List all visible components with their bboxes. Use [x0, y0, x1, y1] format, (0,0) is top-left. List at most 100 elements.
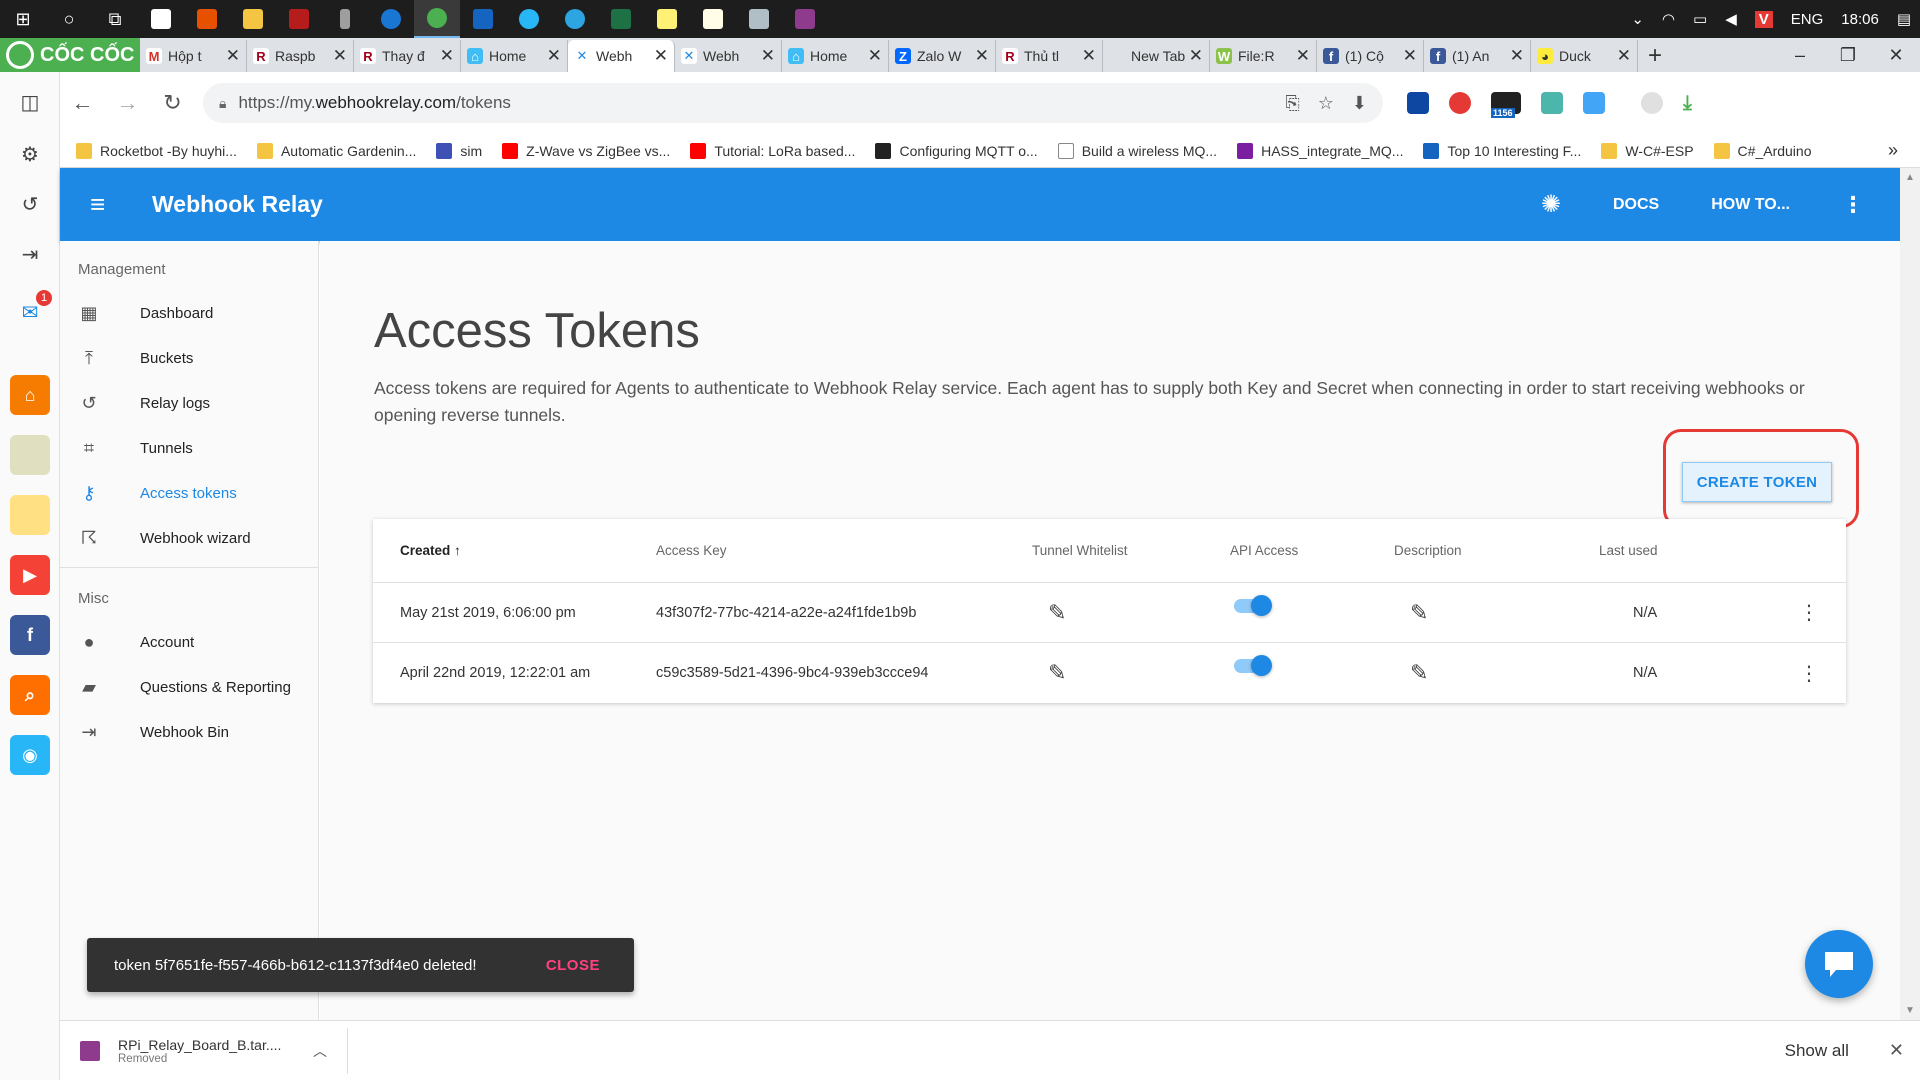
menu-hamburger-icon[interactable]: ≡ [90, 189, 112, 220]
tab-close-icon[interactable]: ✕ [761, 46, 775, 66]
nav-item-tunnels[interactable]: ⌗ Tunnels [60, 426, 318, 471]
dev-app-icon[interactable] [460, 0, 506, 38]
browser-tab[interactable]: f (1) Cộ ✕ [1317, 40, 1424, 72]
api-access-toggle[interactable] [1234, 655, 1272, 677]
edit-whitelist-pencil-icon[interactable]: ✎ [1032, 600, 1066, 626]
bookmark-item[interactable]: Rocketbot -By huyhi... [76, 142, 237, 159]
vietkey-icon[interactable]: V [1754, 10, 1773, 28]
restore-icon[interactable]: ❐ [1824, 45, 1872, 66]
clock[interactable]: 18:06 [1841, 11, 1879, 28]
tab-close-icon[interactable]: ✕ [654, 46, 668, 66]
file-explorer-icon[interactable] [230, 0, 276, 38]
sidebar-toggle-icon[interactable]: ◫ [10, 82, 50, 122]
browser-tab[interactable]: ✕ Webh ✕ [568, 40, 675, 72]
scroll-up-icon[interactable]: ▲ [1905, 172, 1915, 183]
nav-item-access-tokens[interactable]: ⚷ Access tokens [60, 471, 318, 516]
tab-close-icon[interactable]: ✕ [1189, 46, 1203, 66]
close-download-bar-icon[interactable]: ✕ [1889, 1040, 1904, 1061]
browser-tab[interactable]: R Thủ tl ✕ [996, 40, 1103, 72]
volume-icon[interactable]: ◀ [1725, 10, 1737, 28]
extension-shield-icon[interactable] [1541, 92, 1563, 114]
mail-app-icon[interactable] [138, 0, 184, 38]
battery-icon[interactable]: ▭ [1693, 10, 1707, 28]
matlab-app-icon[interactable] [184, 0, 230, 38]
browser-tab[interactable]: New Tab ✕ [1103, 40, 1210, 72]
bug-app-icon[interactable] [276, 0, 322, 38]
theme-toggle-icon[interactable]: ✺ [1541, 190, 1561, 219]
messenger-icon[interactable]: ✉ 1 [10, 290, 52, 332]
tab-close-icon[interactable]: ✕ [547, 46, 561, 66]
docs-link[interactable]: DOCS [1613, 196, 1659, 214]
reload-icon[interactable]: ↻ [150, 90, 195, 116]
tab-close-icon[interactable]: ✕ [440, 46, 454, 66]
coccoc-logo[interactable]: CỐC CỐC [0, 38, 140, 72]
close-window-icon[interactable]: ✕ [1872, 45, 1920, 66]
browser-tab[interactable]: Z Zalo W ✕ [889, 40, 996, 72]
new-tab-button[interactable]: + [1638, 40, 1672, 72]
tab-close-icon[interactable]: ✕ [868, 46, 882, 66]
winrar-icon[interactable] [782, 0, 828, 38]
browser-tab[interactable]: ⌂ Home ✕ [782, 40, 889, 72]
facebook-icon[interactable]: f [10, 615, 50, 655]
download-icon[interactable]: ⤓ [1683, 92, 1705, 114]
extension-screen-icon[interactable] [1583, 92, 1605, 114]
bookmark-item[interactable]: Build a wireless MQ... [1057, 142, 1217, 159]
translate-icon[interactable]: ⎘ [1285, 93, 1299, 114]
api-access-toggle[interactable] [1234, 594, 1272, 616]
youtube-icon[interactable]: ▶ [10, 555, 50, 595]
coccoc-browser-icon[interactable] [414, 0, 460, 38]
nav-item-questions-reporting[interactable]: ▰ Questions & Reporting [60, 665, 318, 710]
app-title[interactable]: Webhook Relay [152, 191, 323, 218]
nav-item-account[interactable]: ● Account [60, 620, 318, 665]
more-vert-icon[interactable]: ⋮ [1842, 192, 1864, 218]
player-app-icon[interactable]: ◉ [10, 735, 50, 775]
browser-tab[interactable]: ✕ Webh ✕ [675, 40, 782, 72]
excel-icon[interactable] [598, 0, 644, 38]
browser-tab[interactable]: R Raspb ✕ [247, 40, 354, 72]
url-bar[interactable]: 🔒︎ https://my. webhookrelay.com/tokens ⎘ … [203, 83, 1383, 123]
device-app-icon[interactable] [322, 0, 368, 38]
settings-gear-icon[interactable]: ⚙ [10, 134, 50, 174]
tab-close-icon[interactable]: ✕ [1296, 46, 1310, 66]
extension-j-icon[interactable] [1407, 92, 1429, 114]
tab-close-icon[interactable]: ✕ [1082, 46, 1096, 66]
bookmark-item[interactable]: sim [436, 142, 482, 159]
tab-close-icon[interactable]: ✕ [1403, 46, 1417, 66]
download-page-icon[interactable]: ⬇ [1352, 93, 1367, 114]
profile-avatar[interactable] [1641, 92, 1663, 114]
task-view-icon[interactable]: ⧉ [92, 0, 138, 38]
sticky-notes-icon[interactable] [644, 0, 690, 38]
bookmark-item[interactable]: W-C#-ESP [1601, 142, 1694, 159]
tab-close-icon[interactable]: ✕ [1510, 46, 1524, 66]
history-icon[interactable]: ↺ [10, 184, 50, 224]
snackbar-close-button[interactable]: CLOSE [546, 957, 600, 974]
cortana-icon[interactable]: ○ [46, 0, 92, 38]
bookmark-star-icon[interactable]: ☆ [1318, 93, 1334, 114]
notepad-icon[interactable] [690, 0, 736, 38]
bookmark-item[interactable]: Automatic Gardenin... [256, 142, 416, 159]
language-indicator[interactable]: ENG [1791, 11, 1824, 28]
opera-icon[interactable] [1449, 92, 1471, 114]
network-app-icon[interactable] [736, 0, 782, 38]
nav-item-buckets[interactable]: ⤒ Buckets [60, 336, 318, 381]
how-to-link[interactable]: HOW TO... [1711, 196, 1790, 214]
page-scrollbar[interactable]: ▲ ▼ [1900, 168, 1920, 1020]
show-all-downloads-link[interactable]: Show all [1785, 1041, 1849, 1061]
blue-app-icon[interactable] [506, 0, 552, 38]
windows-start-icon[interactable]: ⊞ [0, 0, 46, 38]
edit-description-pencil-icon[interactable]: ✎ [1394, 600, 1428, 626]
chevron-up-icon[interactable]: ⌄ [1631, 10, 1644, 28]
scroll-down-icon[interactable]: ▼ [1905, 1005, 1915, 1016]
more-bookmarks-icon[interactable]: » [1888, 140, 1898, 161]
app-flame-icon[interactable] [10, 495, 50, 535]
row-more-vert-icon[interactable]: ⋮ [1771, 663, 1819, 685]
chat-button[interactable] [1805, 930, 1873, 998]
tab-close-icon[interactable]: ✕ [226, 46, 240, 66]
edit-whitelist-pencil-icon[interactable]: ✎ [1032, 660, 1066, 686]
chevron-up-icon[interactable]: ︿ [313, 1041, 327, 1061]
tab-close-icon[interactable]: ✕ [1617, 46, 1631, 66]
nav-item-webhook-bin[interactable]: ⇥ Webhook Bin [60, 710, 318, 755]
notifications-icon[interactable]: ▤ [1897, 10, 1911, 28]
bookmark-item[interactable]: Tutorial: LoRa based... [690, 142, 855, 159]
create-token-button[interactable]: CREATE TOKEN [1682, 462, 1832, 502]
